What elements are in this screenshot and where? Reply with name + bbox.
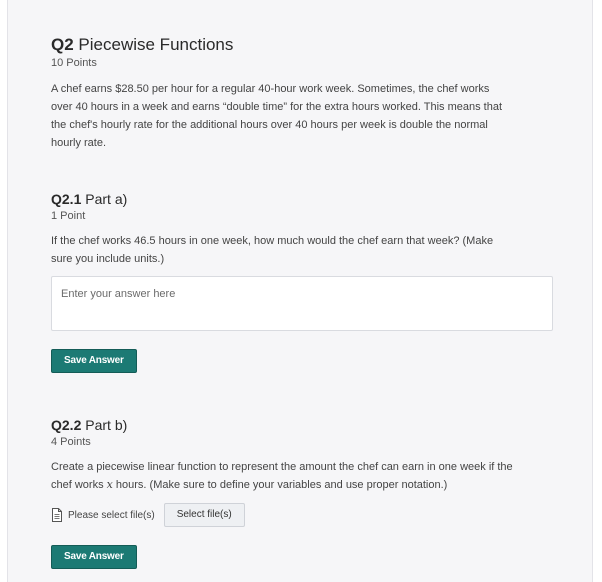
q2-2-prompt-line: Create a piecewise linear function to re… [51, 461, 513, 473]
q2-1-prompt-line: sure you include units.) [51, 253, 165, 265]
q2-1-answer-input[interactable] [51, 276, 553, 331]
q2-title-text: Piecewise Functions [78, 35, 234, 54]
q2-prompt-line: hourly rate. [51, 137, 107, 149]
q2-prompt: A chef earns $28.50 per hour for a regul… [51, 80, 556, 152]
file-icon [51, 508, 63, 522]
q2-1-title-text: Part a) [85, 191, 128, 207]
q2-2-prompt-line: chef works x hours. (Make sure to define… [51, 476, 556, 494]
q2-2-save-answer-button[interactable]: Save Answer [51, 545, 137, 569]
q2-2-header: Q2.2 Part b) 4 Points [51, 416, 127, 449]
q2-header: Q2 Piecewise Functions 10 Points [51, 34, 233, 70]
q2-2-prompt-text: chef works [51, 479, 107, 491]
file-select-label: Please select file(s) [68, 509, 155, 521]
q2-2-title-text: Part b) [85, 417, 128, 433]
q2-2-number: Q2.2 [51, 417, 82, 433]
q2-points: 10 Points [51, 57, 97, 69]
select-files-button[interactable]: Select file(s) [163, 503, 245, 527]
q2-prompt-line: over 40 hours in a week and earns “doubl… [51, 101, 503, 113]
q2-1-save-answer-button[interactable]: Save Answer [51, 349, 137, 373]
q2-number: Q2 [51, 35, 74, 54]
q2-prompt-line: A chef earns $28.50 per hour for a regul… [51, 83, 490, 95]
q2-2-prompt: Create a piecewise linear function to re… [51, 458, 556, 494]
q2-prompt-line: the chef's hourly rate for the additiona… [51, 119, 488, 131]
q2-2-title: Q2.2 Part b) [51, 416, 127, 434]
q2-1-header: Q2.1 Part a) 1 Point [51, 190, 127, 223]
q2-2-prompt-text: hours. (Make sure to define your variabl… [112, 479, 448, 491]
q2-2-points: 4 Points [51, 436, 91, 448]
q2-1-prompt-line: If the chef works 46.5 hours in one week… [51, 235, 494, 247]
q2-1-title: Q2.1 Part a) [51, 190, 127, 208]
question-panel: Q2 Piecewise Functions 10 Points A chef … [7, 0, 593, 582]
q2-2-file-upload: Please select file(s) Select file(s) [51, 503, 245, 527]
q2-title: Q2 Piecewise Functions [51, 34, 233, 56]
q2-1-points: 1 Point [51, 210, 86, 222]
q2-1-prompt: If the chef works 46.5 hours in one week… [51, 232, 556, 268]
q2-1-number: Q2.1 [51, 191, 82, 207]
